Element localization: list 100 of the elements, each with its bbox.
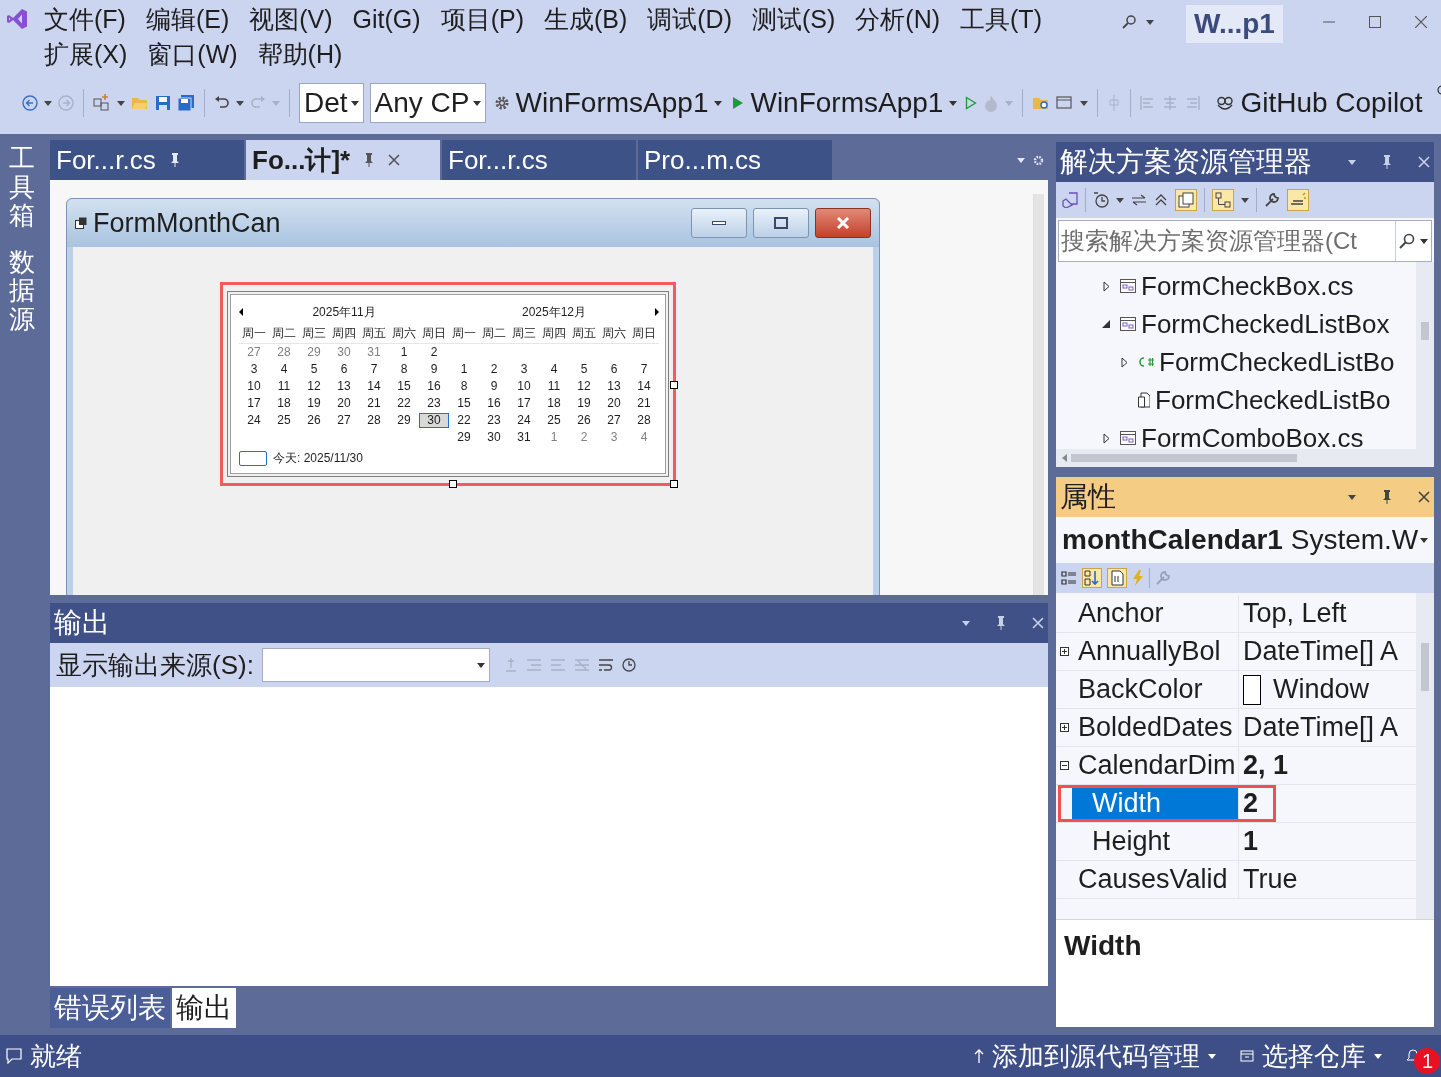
- repository-button[interactable]: 选择仓库: [1240, 1038, 1383, 1074]
- menu-item[interactable]: 项目(P): [430, 3, 534, 36]
- property-name[interactable]: CalendarDim: [1072, 747, 1239, 784]
- menu-item[interactable]: Git(G): [342, 5, 431, 34]
- menu-item[interactable]: 测试(S): [742, 3, 846, 36]
- caret-icon[interactable]: [962, 620, 970, 626]
- resize-handle[interactable]: [670, 381, 678, 389]
- folder-search-icon[interactable]: [1032, 95, 1051, 111]
- gear-icon[interactable]: [1033, 154, 1044, 166]
- calendar-day[interactable]: 24: [509, 413, 539, 428]
- calendar-day[interactable]: 30: [329, 345, 359, 360]
- search-icon[interactable]: [1122, 15, 1136, 29]
- menu-item[interactable]: 调试(D): [637, 3, 742, 36]
- previous-month-icon[interactable]: [239, 308, 243, 316]
- property-name[interactable]: CausesValid: [1072, 861, 1239, 898]
- new-item-icon[interactable]: [93, 94, 111, 112]
- document-tab[interactable]: For...r.cs: [50, 140, 244, 180]
- calendar-day[interactable]: 8: [389, 362, 419, 377]
- calendar-day[interactable]: 19: [569, 396, 599, 411]
- calendar-day[interactable]: 27: [239, 345, 269, 360]
- panel-tab[interactable]: 输出: [172, 988, 236, 1028]
- calendar-day[interactable]: 16: [479, 396, 509, 411]
- pin-icon[interactable]: [169, 153, 180, 167]
- expand-icon[interactable]: [1059, 647, 1069, 656]
- calendar-day[interactable]: 14: [359, 379, 389, 394]
- expand-arrow-icon[interactable]: [1102, 432, 1110, 444]
- calendar-day[interactable]: 3: [599, 430, 629, 445]
- calendar-day[interactable]: 5: [569, 362, 599, 377]
- expand-arrow-icon[interactable]: [1102, 280, 1110, 292]
- calendar-day[interactable]: 15: [449, 396, 479, 411]
- calendar-day[interactable]: 13: [599, 379, 629, 394]
- calendar-day[interactable]: 10: [509, 379, 539, 394]
- back-icon[interactable]: [22, 95, 38, 111]
- calendar-day[interactable]: 17: [509, 396, 539, 411]
- next-month-icon[interactable]: [655, 308, 659, 316]
- collapse-all-icon[interactable]: [1154, 193, 1168, 207]
- calendar-day[interactable]: 29: [299, 345, 329, 360]
- tree-item[interactable]: FormComboBox.cs: [1056, 419, 1416, 449]
- categorized-icon[interactable]: [1061, 570, 1077, 586]
- property-value[interactable]: 2, 1: [1239, 747, 1416, 784]
- calendar-day[interactable]: 30: [479, 430, 509, 445]
- word-wrap-icon[interactable]: [597, 658, 614, 672]
- document-tab[interactable]: For...r.cs: [442, 140, 636, 180]
- calendar-day[interactable]: 12: [569, 379, 599, 394]
- clock-icon[interactable]: [621, 658, 636, 672]
- caret-icon[interactable]: [236, 100, 244, 106]
- property-value[interactable]: Window: [1239, 671, 1416, 708]
- menu-item[interactable]: 帮助(H): [247, 38, 353, 71]
- close-button[interactable]: [815, 208, 871, 238]
- calendar-day[interactable]: 28: [629, 413, 659, 428]
- calendar-day[interactable]: 19: [299, 396, 329, 411]
- menu-item[interactable]: 扩展(X): [34, 38, 138, 71]
- collapse-arrow-icon[interactable]: [1102, 320, 1110, 328]
- start-without-debugging-icon[interactable]: [965, 96, 978, 110]
- expand-arrow-icon[interactable]: [1120, 356, 1128, 368]
- menu-item[interactable]: 工具(T): [950, 3, 1052, 36]
- calendar-day[interactable]: 31: [359, 345, 389, 360]
- calendar-day[interactable]: 30: [419, 413, 449, 428]
- calendar-day[interactable]: 6: [599, 362, 629, 377]
- property-name[interactable]: AnnuallyBol: [1072, 633, 1239, 670]
- save-icon[interactable]: [155, 95, 171, 111]
- calendar-day[interactable]: 26: [299, 413, 329, 428]
- document-tab[interactable]: Pro...m.cs: [638, 140, 832, 180]
- pin-icon[interactable]: [1382, 155, 1392, 169]
- resize-handle[interactable]: [449, 480, 457, 488]
- resize-handle[interactable]: [670, 480, 678, 488]
- calendar-day[interactable]: 11: [269, 379, 299, 394]
- collapse-icon[interactable]: [1059, 761, 1069, 770]
- preview-toggle[interactable]: [1287, 189, 1309, 211]
- close-icon[interactable]: [1418, 491, 1430, 503]
- calendar-day[interactable]: 15: [389, 379, 419, 394]
- alphabetical-toggle[interactable]: [1082, 568, 1102, 588]
- undo-icon[interactable]: [214, 95, 230, 111]
- property-value[interactable]: DateTime[] A: [1239, 709, 1416, 746]
- minimize-button[interactable]: [691, 208, 747, 238]
- menu-item[interactable]: 视图(V): [239, 3, 343, 36]
- calendar-day[interactable]: 27: [329, 413, 359, 428]
- save-all-icon[interactable]: [177, 94, 195, 112]
- calendar-day[interactable]: 7: [629, 362, 659, 377]
- solution-icon[interactable]: [1062, 192, 1078, 208]
- calendar-day[interactable]: 9: [479, 379, 509, 394]
- calendar-day[interactable]: 22: [389, 396, 419, 411]
- caret-icon[interactable]: [117, 100, 125, 106]
- calendar-day[interactable]: 28: [359, 413, 389, 428]
- property-value[interactable]: DateTime[] A: [1239, 633, 1416, 670]
- calendar-day[interactable]: 18: [269, 396, 299, 411]
- calendar-day[interactable]: 4: [539, 362, 569, 377]
- maximize-icon[interactable]: [1368, 16, 1381, 28]
- scrollbar-thumb[interactable]: [1421, 643, 1429, 691]
- properties-toggle[interactable]: [1107, 568, 1127, 588]
- tree-item[interactable]: FormCheckedListBox: [1056, 305, 1416, 343]
- menu-item[interactable]: 编辑(E): [135, 3, 240, 36]
- calendar-day[interactable]: 12: [299, 379, 329, 394]
- menu-item[interactable]: 生成(B): [533, 3, 638, 36]
- caret-icon[interactable]: [1348, 494, 1356, 500]
- side-panel-tab[interactable]: 工具箱: [7, 142, 37, 232]
- tree-item[interactable]: FormCheckedListBo: [1056, 343, 1416, 381]
- caret-icon[interactable]: [1348, 159, 1356, 165]
- calendar-day[interactable]: 10: [239, 379, 269, 394]
- calendar-day[interactable]: 14: [629, 379, 659, 394]
